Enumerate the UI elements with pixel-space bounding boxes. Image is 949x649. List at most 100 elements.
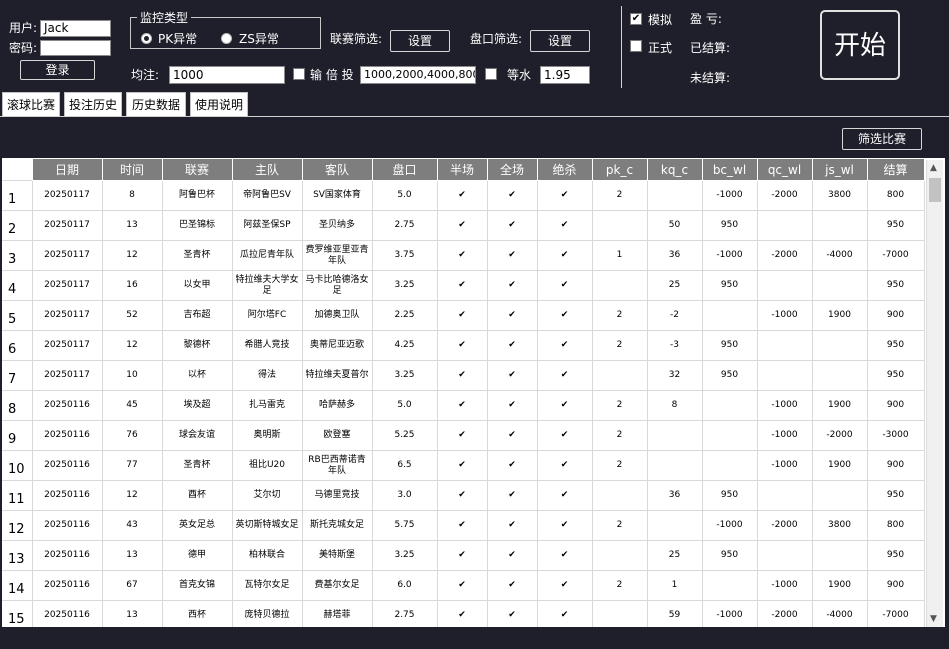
tab-bet-history[interactable]: 投注历史 xyxy=(64,92,122,116)
row-number: 3 xyxy=(2,240,33,271)
table-cell: 8 xyxy=(646,390,703,421)
table-row[interactable]: 2 20250117 13 巴圣锦标 阿兹圣保SP 圣贝纳多 2.75 ✔ ✔ ✔ 50 950 950 xyxy=(2,210,925,241)
table-cell: 20250117 xyxy=(31,270,103,301)
table-cell: 43 xyxy=(101,510,163,541)
odds-filter-button[interactable]: 设置 xyxy=(530,30,590,52)
table-cell: 36 xyxy=(646,480,703,511)
table-row[interactable]: 1 20250117 8 阿鲁巴杯 帝阿鲁巴SV SV国家体育 5.0 ✔ ✔ ✔ 2 -1000 -2… xyxy=(2,180,925,211)
login-button[interactable]: 登录 xyxy=(20,60,95,80)
row-number: 12 xyxy=(2,510,33,541)
table-cell: 希腊人竞技 xyxy=(231,330,303,361)
pk-option-label: PK异常 xyxy=(158,32,198,46)
password-input[interactable] xyxy=(40,40,111,56)
table-row[interactable]: 15 20250116 13 西杯 庞特贝德拉 赫塔菲 2.75 ✔ ✔ ✔ 59 -1000 -200… xyxy=(2,600,925,627)
table-cell xyxy=(756,330,813,361)
table-row[interactable]: 3 20250117 12 圣青杯 瓜拉尼青年队 费罗维亚里亚青年队 3.75 ✔ ✔ ✔ 1 36-… xyxy=(2,240,925,271)
column-header[interactable]: js_wl xyxy=(811,158,868,181)
table-row[interactable]: 14 20250116 67 首克女锦 瓦特尔女足 费基尔女足 6.0 ✔ ✔ ✔ 2 1 -1000 1… xyxy=(2,570,925,601)
avg-bet-input[interactable]: 1000 xyxy=(169,66,285,84)
row-number: 6 xyxy=(2,330,33,361)
user-input[interactable]: Jack xyxy=(40,20,111,37)
filter-matches-button[interactable]: 筛选比赛 xyxy=(842,128,922,150)
table-cell: 酉杯 xyxy=(161,480,233,511)
formal-checkbox[interactable] xyxy=(630,40,642,52)
tab-history-data[interactable]: 历史数据 xyxy=(126,92,186,116)
column-header[interactable]: 全场 xyxy=(486,158,538,181)
table-cell: 柏林联合 xyxy=(231,540,303,571)
table-cell xyxy=(811,540,868,571)
column-header[interactable]: 盘口 xyxy=(371,158,438,181)
table-row[interactable]: 4 20250117 16 以女甲 特拉维夫大学女足 马卡比哈德洛女足 3.25 ✔ ✔ ✔ 25 9… xyxy=(2,270,925,301)
table-cell: ✔ xyxy=(536,180,593,211)
equal-water-input[interactable]: 1.95 xyxy=(540,66,590,84)
table-cell: 阿尔塔FC xyxy=(231,300,303,331)
password-label: 密码: xyxy=(9,41,38,55)
column-header[interactable]: 绝杀 xyxy=(536,158,593,181)
settled-label: 已结算: xyxy=(690,41,731,55)
scroll-down-icon[interactable]: ▼ xyxy=(930,614,937,624)
table-cell: ✔ xyxy=(536,600,593,627)
column-header[interactable]: 主队 xyxy=(231,158,303,181)
table-cell: 12 xyxy=(101,480,163,511)
table-row[interactable]: 6 20250117 12 黎德杯 希腊人竞技 奥蒂尼亚迈歌 4.25 ✔ ✔ ✔ 2 -3 950 95… xyxy=(2,330,925,361)
table-cell: 900 xyxy=(866,390,925,421)
vertical-scrollbar[interactable]: ▲ ▼ xyxy=(926,160,943,627)
column-header[interactable]: 半场 xyxy=(436,158,488,181)
table-cell: 圣青杯 xyxy=(161,450,233,481)
row-number: 13 xyxy=(2,540,33,571)
table-cell: ✔ xyxy=(436,480,488,511)
table-cell: 1 xyxy=(591,240,648,271)
table-row[interactable]: 10 20250116 77 圣青杯 祖比U20 RB巴西蒂诺青年队 6.5 ✔ ✔ ✔ 2 -100… xyxy=(2,450,925,481)
column-header[interactable]: kq_c xyxy=(646,158,703,181)
pk-radio[interactable] xyxy=(141,33,152,44)
table-cell: 25 xyxy=(646,270,703,301)
table-cell: 1900 xyxy=(811,570,868,601)
zs-radio[interactable] xyxy=(221,33,232,44)
table-row[interactable]: 12 20250116 43 英女足总 英切斯特城女足 斯托克城女足 5.75 ✔ ✔ ✔ 2 -10… xyxy=(2,510,925,541)
column-header[interactable]: 时间 xyxy=(101,158,163,181)
table-cell: ✔ xyxy=(486,240,538,271)
table-cell: 950 xyxy=(866,360,925,391)
start-button[interactable]: 开始 xyxy=(820,10,900,80)
table-row[interactable]: 11 20250116 12 酉杯 艾尔切 马德里竞技 3.0 ✔ ✔ ✔ 36 950 950 xyxy=(2,480,925,511)
scrollbar-thumb[interactable] xyxy=(929,178,941,202)
equal-water-checkbox[interactable] xyxy=(485,68,497,80)
table-cell: 20250116 xyxy=(31,510,103,541)
table-cell: 950 xyxy=(866,270,925,301)
column-header[interactable]: 客队 xyxy=(301,158,373,181)
column-header[interactable]: 联赛 xyxy=(161,158,233,181)
table-cell: ✔ xyxy=(536,540,593,571)
table-cell xyxy=(756,480,813,511)
column-header[interactable]: bc_wl xyxy=(701,158,758,181)
table-row[interactable]: 13 20250116 13 德甲 柏林联合 美特斯堡 3.25 ✔ ✔ ✔ 25 950 950 xyxy=(2,540,925,571)
table-row[interactable]: 5 20250117 52 吉布超 阿尔塔FC 加德奥卫队 2.25 ✔ ✔ ✔ 2 -2 -1000 1… xyxy=(2,300,925,331)
simulate-checkbox[interactable]: ✔ xyxy=(630,13,642,25)
table-cell: 45 xyxy=(101,390,163,421)
tab-live-matches[interactable]: 滚球比赛 xyxy=(2,92,60,116)
tab-instructions[interactable]: 使用说明 xyxy=(190,92,248,116)
table-cell: ✔ xyxy=(536,450,593,481)
multiplier-checkbox[interactable] xyxy=(293,68,305,80)
table-cell xyxy=(591,360,648,391)
odds-filter-label: 盘口筛选: xyxy=(470,32,523,46)
table-cell: 美特斯堡 xyxy=(301,540,373,571)
table-cell: ✔ xyxy=(436,450,488,481)
table-cell xyxy=(756,540,813,571)
table-cell: 3.25 xyxy=(371,270,438,301)
multiplier-input[interactable]: 1000,2000,4000,8000 xyxy=(360,66,476,84)
table-row[interactable]: 7 20250117 10 以杯 得法 特拉维夫夏普尔 3.25 ✔ ✔ ✔ 32 950 950 xyxy=(2,360,925,391)
table-cell: 费基尔女足 xyxy=(301,570,373,601)
column-header[interactable]: 日期 xyxy=(31,158,103,181)
table-cell: 13 xyxy=(101,540,163,571)
table-cell: 10 xyxy=(101,360,163,391)
column-header[interactable]: pk_c xyxy=(591,158,648,181)
column-header[interactable]: 结算 xyxy=(866,158,925,181)
matches-table: 日期 时间 联赛 主队 客队 盘口 半场 全场 绝杀 pk_c kq_c bc_… xyxy=(2,158,925,627)
table-row[interactable]: 9 20250116 76 球会友谊 奥明斯 欧登塞 5.25 ✔ ✔ ✔ 2 -1000 -2000-… xyxy=(2,420,925,451)
table-row[interactable]: 8 20250116 45 埃及超 扎马雷克 哈萨赫多 5.0 ✔ ✔ ✔ 2 8 -1000 1900 9… xyxy=(2,390,925,421)
league-filter-button[interactable]: 设置 xyxy=(390,30,450,52)
table-cell: 20250117 xyxy=(31,210,103,241)
table-cell: 20250116 xyxy=(31,420,103,451)
column-header[interactable]: qc_wl xyxy=(756,158,813,181)
scroll-up-icon[interactable]: ▲ xyxy=(930,163,937,173)
